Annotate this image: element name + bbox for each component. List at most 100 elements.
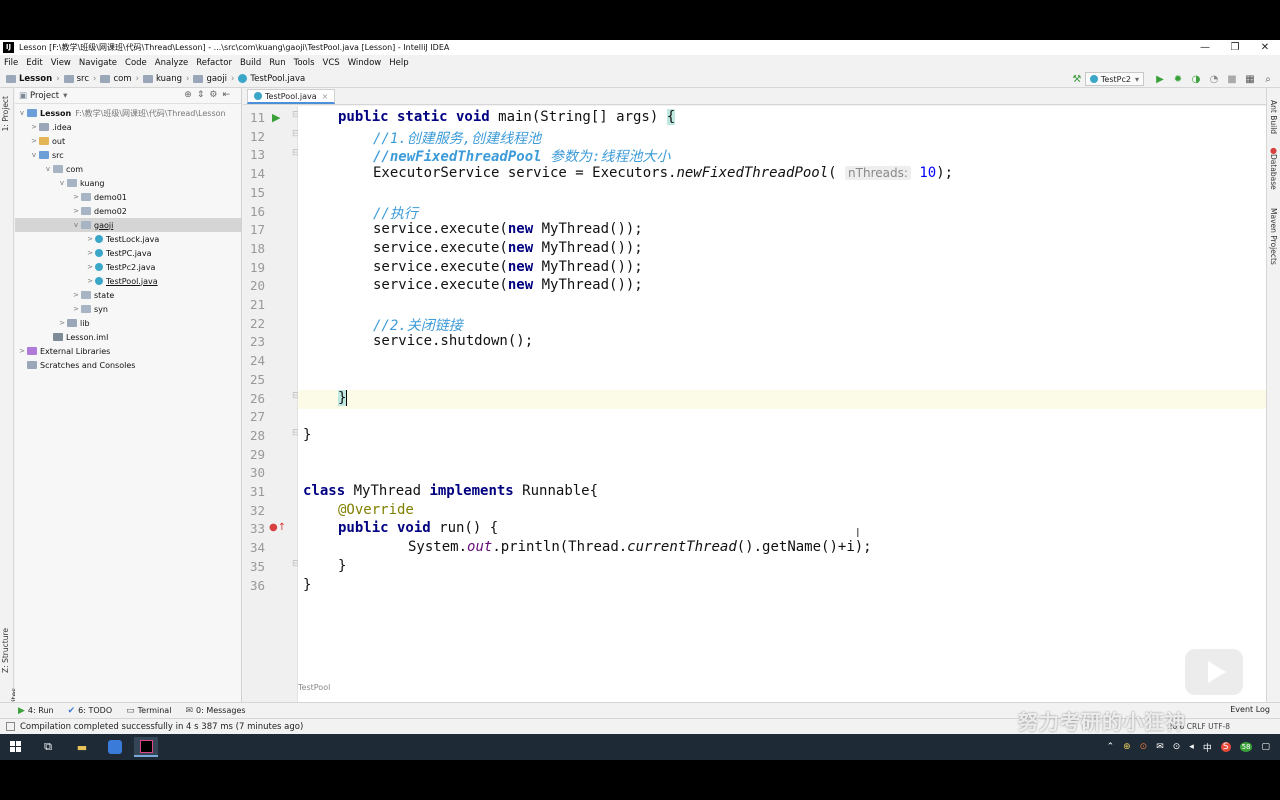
tree-node-lesson[interactable]: v Lesson F:\教学\班级\网课班\代码\Thread\Lesson (15, 106, 241, 120)
menu-vcs[interactable]: VCS (323, 58, 340, 68)
intellij-taskbar-icon[interactable] (134, 737, 158, 757)
task-view-icon[interactable]: ⧉ (36, 737, 60, 757)
tray-app-icon[interactable]: ✉ (1156, 742, 1164, 752)
tab-database[interactable]: Database (1269, 154, 1278, 190)
parameter-hint: nThreads: (845, 166, 911, 181)
tree-node-idea[interactable]: > .idea (15, 120, 241, 134)
debug-icon[interactable]: ✹ (1170, 72, 1186, 86)
tree-node-com[interactable]: v com (15, 162, 241, 176)
search-icon[interactable]: ⌕ (1260, 72, 1276, 86)
tab-messages[interactable]: ✉ 0: Messages (185, 706, 245, 716)
tab-run[interactable]: ▶ 4: Run (18, 706, 54, 716)
tree-node-scratches[interactable]: Scratches and Consoles (15, 358, 241, 372)
sogou-icon[interactable]: S (1220, 742, 1231, 752)
menu-refactor[interactable]: Refactor (196, 58, 232, 68)
intellij-logo-icon: IJ (3, 42, 14, 53)
tree-node-testpool[interactable]: > TestPool.java (15, 274, 241, 288)
menu-view[interactable]: View (51, 58, 71, 68)
notifications-icon[interactable]: ▢ (1261, 742, 1270, 752)
package-icon (81, 305, 91, 313)
tray-badge[interactable]: 58 (1239, 742, 1253, 752)
tree-node-external-libraries[interactable]: > External Libraries (15, 344, 241, 358)
java-class-icon (95, 235, 103, 243)
project-tree: v Lesson F:\教学\班级\网课班\代码\Thread\Lesson >… (15, 104, 241, 372)
menu-run[interactable]: Run (269, 58, 285, 68)
tree-node-syn[interactable]: > syn (15, 302, 241, 316)
module-folder-icon (27, 109, 37, 117)
tree-node-lesson-iml[interactable]: Lesson.iml (15, 330, 241, 344)
menu-file[interactable]: File (4, 58, 18, 68)
video-watermark-text: 努力考研的小狂神 (1018, 710, 1186, 734)
menu-analyze[interactable]: Analyze (155, 58, 189, 68)
menu-edit[interactable]: Edit (26, 58, 42, 68)
input-method-icon[interactable]: 中 (1203, 741, 1212, 754)
tree-node-testpc2[interactable]: > TestPc2.java (15, 260, 241, 274)
profile-icon[interactable]: ◔ (1206, 72, 1222, 86)
breadcrumb-src[interactable]: src › (63, 74, 96, 84)
folder-icon (39, 137, 49, 145)
tab-testpool-java[interactable]: TestPool.java × (247, 89, 336, 104)
tree-node-testlock[interactable]: > TestLock.java (15, 232, 241, 246)
folder-icon (67, 319, 77, 327)
code-line-32: @Override (338, 501, 414, 518)
close-button[interactable]: ✕ (1250, 40, 1280, 55)
tree-node-state[interactable]: > state (15, 288, 241, 302)
project-structure-icon[interactable]: ▦ (1242, 72, 1258, 86)
line-number: 33 (249, 521, 265, 537)
tab-structure[interactable]: Z: Structure (1, 628, 10, 673)
menu-tools[interactable]: Tools (294, 58, 315, 68)
breadcrumb-com[interactable]: com › (100, 74, 139, 84)
tree-node-demo02[interactable]: > demo02 (15, 204, 241, 218)
coverage-icon[interactable]: ◑ (1188, 72, 1204, 86)
menu-window[interactable]: Window (348, 58, 382, 68)
file-explorer-icon[interactable]: ▬ (70, 737, 94, 757)
run-icon[interactable]: ▶ (1152, 72, 1168, 86)
window-controls: — ❐ ✕ (1190, 40, 1280, 55)
tree-node-out[interactable]: > out (15, 134, 241, 148)
tray-chevron-icon[interactable]: ⌃ (1107, 742, 1115, 752)
tree-node-src[interactable]: v src (15, 148, 241, 162)
tree-node-kuang[interactable]: v kuang (15, 176, 241, 190)
event-log-button[interactable]: Event Log (1230, 705, 1270, 714)
maximize-button[interactable]: ❐ (1220, 40, 1250, 55)
override-method-icon[interactable]: ●↑ (269, 522, 286, 533)
breadcrumb-gaoji[interactable]: gaoji › (193, 74, 234, 84)
editor-breadcrumb-footer[interactable]: TestPool (298, 683, 330, 692)
tree-node-gaoji[interactable]: v gaoji (15, 218, 241, 232)
code-editor[interactable]: public static void main(String[] args) {… (298, 106, 1266, 702)
code-line-19: service.execute(new MyThread()); (373, 258, 643, 275)
status-message[interactable]: Compilation completed successfully in 4 … (20, 722, 303, 732)
windows-start-icon[interactable] (10, 741, 22, 753)
stop-icon[interactable]: ■ (1224, 72, 1240, 86)
tab-project[interactable]: 1: Project (1, 96, 10, 131)
run-configuration-select[interactable]: TestPc2 ▾ (1084, 72, 1144, 86)
tab-ant-build[interactable]: Ant Build (1269, 100, 1278, 134)
volume-icon[interactable]: ◂ (1189, 742, 1194, 752)
tab-terminal[interactable]: ▭ Terminal (126, 706, 171, 716)
panel-actions[interactable]: ⊕⇕⚙⇤ (184, 90, 235, 100)
tray-app-icon[interactable]: ⊕ (1123, 742, 1131, 752)
breadcrumb-lesson[interactable]: Lesson › (6, 74, 60, 84)
code-line-34: System.out.println(Thread.currentThread(… (408, 539, 872, 556)
package-icon (81, 193, 91, 201)
package-icon (81, 221, 91, 229)
minimize-button[interactable]: — (1190, 40, 1220, 55)
build-hammer-icon[interactable]: ⚒ (1069, 72, 1085, 86)
project-view-select[interactable]: Project (30, 91, 59, 101)
breadcrumb-testpool[interactable]: TestPool.java (238, 74, 305, 84)
menu-navigate[interactable]: Navigate (79, 58, 117, 68)
menu-build[interactable]: Build (240, 58, 261, 68)
breadcrumb-kuang[interactable]: kuang › (143, 74, 189, 84)
browser-icon[interactable] (103, 737, 127, 757)
tab-maven-projects[interactable]: Maven Projects (1269, 208, 1278, 265)
menu-help[interactable]: Help (389, 58, 408, 68)
menu-code[interactable]: Code (125, 58, 147, 68)
close-tab-icon[interactable]: × (322, 92, 329, 101)
network-icon[interactable]: ⊙ (1173, 742, 1181, 752)
tree-node-demo01[interactable]: > demo01 (15, 190, 241, 204)
tree-node-testpc[interactable]: > TestPC.java (15, 246, 241, 260)
run-gutter-icon[interactable]: ▶ (272, 111, 280, 124)
tab-todo[interactable]: ✔ 6: TODO (68, 706, 113, 716)
tree-node-lib[interactable]: > lib (15, 316, 241, 330)
tray-app-icon[interactable]: ⊙ (1140, 742, 1148, 752)
